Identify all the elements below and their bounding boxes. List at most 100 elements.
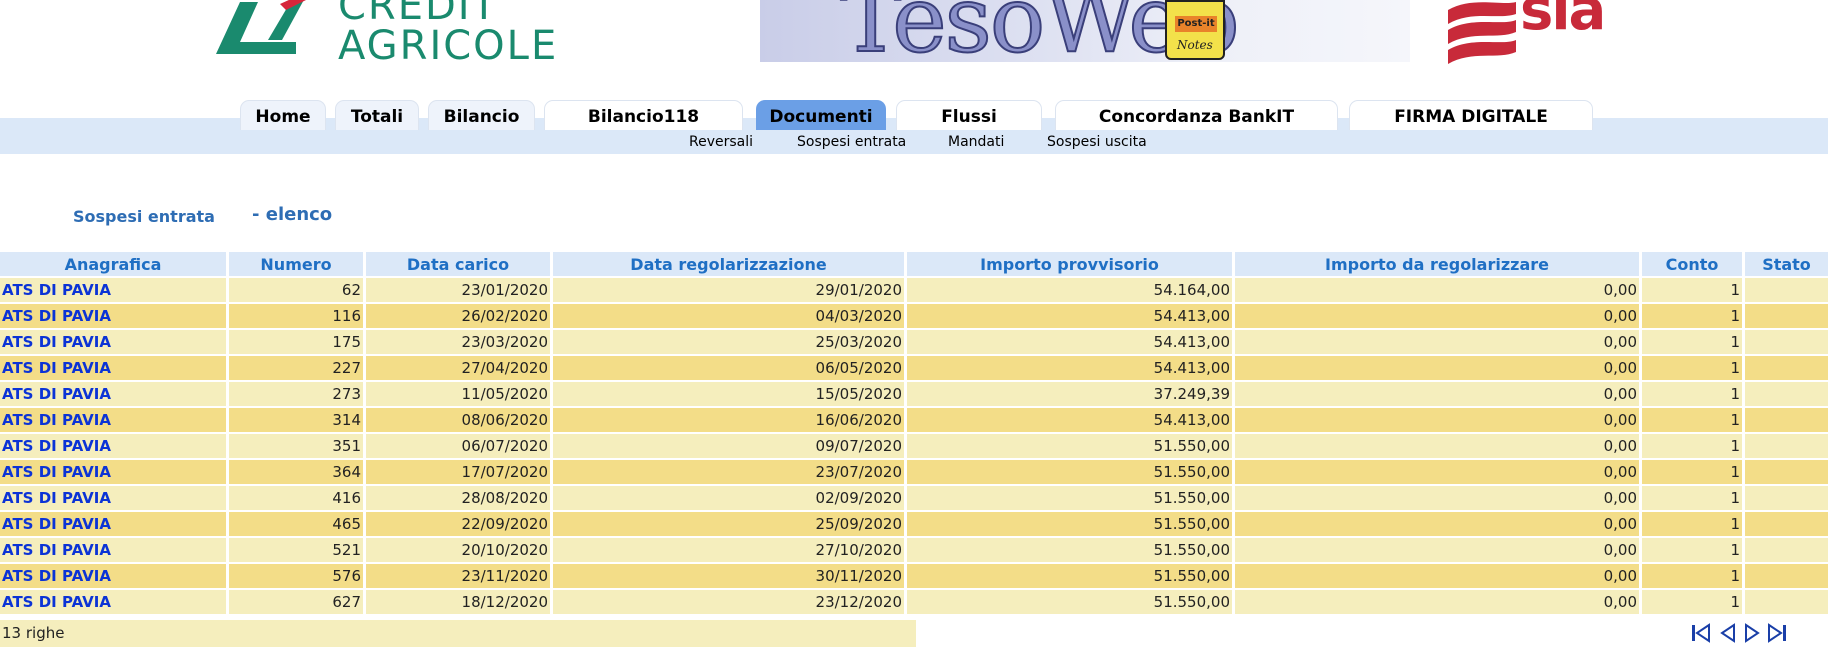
table-row[interactable]: ATS DI PAVIA 273 11/05/2020 15/05/2020 37.24… <box>0 382 1828 408</box>
cell-conto: 1 <box>1642 434 1742 458</box>
cell-data-regolarizzazione: 27/10/2020 <box>553 538 904 562</box>
cell-importo-da-regolarizzare: 0,00 <box>1235 408 1639 432</box>
cell-anagrafica[interactable]: ATS DI PAVIA <box>0 408 226 432</box>
cell-data-carico: 23/11/2020 <box>366 564 550 588</box>
cell-conto: 1 <box>1642 460 1742 484</box>
next-page-icon[interactable] <box>1742 622 1762 644</box>
subnav-mandati[interactable]: Mandati <box>948 134 1004 154</box>
cell-anagrafica[interactable]: ATS DI PAVIA <box>0 486 226 510</box>
cell-anagrafica[interactable]: ATS DI PAVIA <box>0 590 226 614</box>
first-page-icon[interactable] <box>1690 622 1712 644</box>
cell-conto: 1 <box>1642 304 1742 328</box>
table-row[interactable]: ATS DI PAVIA 351 06/07/2020 09/07/2020 51.55… <box>0 434 1828 460</box>
cell-data-regolarizzazione: 25/03/2020 <box>553 330 904 354</box>
column-header-importo-da-regolarizzare[interactable]: Importo da regolarizzare <box>1235 252 1639 276</box>
cell-data-regolarizzazione: 30/11/2020 <box>553 564 904 588</box>
cell-stato <box>1745 486 1828 510</box>
cell-numero: 521 <box>229 538 363 562</box>
subnav-reversali[interactable]: Reversali <box>689 134 753 154</box>
cell-data-regolarizzazione: 23/07/2020 <box>553 460 904 484</box>
prev-page-icon[interactable] <box>1718 622 1738 644</box>
cell-anagrafica[interactable]: ATS DI PAVIA <box>0 382 226 406</box>
table-row[interactable]: ATS DI PAVIA 576 23/11/2020 30/11/2020 51.55… <box>0 564 1828 590</box>
cell-conto: 1 <box>1642 590 1742 614</box>
cell-importo-da-regolarizzare: 0,00 <box>1235 356 1639 380</box>
table-row[interactable]: ATS DI PAVIA 627 18/12/2020 23/12/2020 51.55… <box>0 590 1828 616</box>
cell-conto: 1 <box>1642 356 1742 380</box>
cell-importo-da-regolarizzare: 0,00 <box>1235 330 1639 354</box>
cell-importo-provvisorio: 54.164,00 <box>907 278 1232 302</box>
column-header-data-carico[interactable]: Data carico <box>366 252 550 276</box>
cell-data-regolarizzazione: 09/07/2020 <box>553 434 904 458</box>
tab-bilancio[interactable]: Bilancio <box>428 100 535 130</box>
cell-anagrafica[interactable]: ATS DI PAVIA <box>0 304 226 328</box>
subnav-sospesi-entrata[interactable]: Sospesi entrata <box>797 134 906 154</box>
table-row[interactable]: ATS DI PAVIA 314 08/06/2020 16/06/2020 54.41… <box>0 408 1828 434</box>
tab-bilancio118[interactable]: Bilancio118 <box>544 100 743 130</box>
table-row[interactable]: ATS DI PAVIA 116 26/02/2020 04/03/2020 54.41… <box>0 304 1828 330</box>
cell-anagrafica[interactable]: ATS DI PAVIA <box>0 356 226 380</box>
cell-importo-da-regolarizzare: 0,00 <box>1235 382 1639 406</box>
page-title: Sospesi entrata <box>73 207 215 226</box>
cell-data-carico: 20/10/2020 <box>366 538 550 562</box>
cell-stato <box>1745 304 1828 328</box>
sia-logo: sia <box>1442 0 1622 68</box>
column-header-numero[interactable]: Numero <box>229 252 363 276</box>
cell-conto: 1 <box>1642 486 1742 510</box>
tab-concordanza-bankit[interactable]: Concordanza BankIT <box>1055 100 1338 130</box>
cell-stato <box>1745 590 1828 614</box>
table-row[interactable]: ATS DI PAVIA 465 22/09/2020 25/09/2020 51.55… <box>0 512 1828 538</box>
cell-importo-provvisorio: 54.413,00 <box>907 356 1232 380</box>
cell-anagrafica[interactable]: ATS DI PAVIA <box>0 564 226 588</box>
cell-numero: 364 <box>229 460 363 484</box>
cell-importo-provvisorio: 51.550,00 <box>907 590 1232 614</box>
cell-importo-da-regolarizzare: 0,00 <box>1235 564 1639 588</box>
table-row[interactable]: ATS DI PAVIA 62 23/01/2020 29/01/2020 54.164… <box>0 278 1828 304</box>
cell-importo-provvisorio: 51.550,00 <box>907 512 1232 536</box>
column-header-stato[interactable]: Stato <box>1745 252 1828 276</box>
cell-anagrafica[interactable]: ATS DI PAVIA <box>0 512 226 536</box>
table-row[interactable]: ATS DI PAVIA 175 23/03/2020 25/03/2020 54.41… <box>0 330 1828 356</box>
column-header-importo-provvisorio[interactable]: Importo provvisorio <box>907 252 1232 276</box>
column-header-anagrafica[interactable]: Anagrafica <box>0 252 226 276</box>
table-row[interactable]: ATS DI PAVIA 521 20/10/2020 27/10/2020 51.55… <box>0 538 1828 564</box>
table-row[interactable]: ATS DI PAVIA 416 28/08/2020 02/09/2020 51.55… <box>0 486 1828 512</box>
cell-conto: 1 <box>1642 512 1742 536</box>
subnav-sospesi-uscita[interactable]: Sospesi uscita <box>1047 134 1147 154</box>
table-row[interactable]: ATS DI PAVIA 227 27/04/2020 06/05/2020 54.41… <box>0 356 1828 382</box>
cell-numero: 314 <box>229 408 363 432</box>
last-page-icon[interactable] <box>1766 622 1788 644</box>
cell-importo-provvisorio: 51.550,00 <box>907 486 1232 510</box>
cell-anagrafica[interactable]: ATS DI PAVIA <box>0 330 226 354</box>
cell-stato <box>1745 408 1828 432</box>
cell-anagrafica[interactable]: ATS DI PAVIA <box>0 460 226 484</box>
cell-anagrafica[interactable]: ATS DI PAVIA <box>0 434 226 458</box>
table-row[interactable]: ATS DI PAVIA 364 17/07/2020 23/07/2020 51.55… <box>0 460 1828 486</box>
cell-stato <box>1745 512 1828 536</box>
postit-brand-label: Post-it <box>1175 16 1217 32</box>
column-header-data-regolarizzazione[interactable]: Data regolarizzazione <box>553 252 904 276</box>
column-header-conto[interactable]: Conto <box>1642 252 1742 276</box>
tab-flussi[interactable]: Flussi <box>896 100 1042 130</box>
tab-totali[interactable]: Totali <box>335 100 419 130</box>
cell-importo-provvisorio: 54.413,00 <box>907 304 1232 328</box>
cell-stato <box>1745 460 1828 484</box>
sia-wordmark: sia <box>1520 0 1606 43</box>
cell-anagrafica[interactable]: ATS DI PAVIA <box>0 278 226 302</box>
tab-home[interactable]: Home <box>240 100 326 130</box>
cell-numero: 273 <box>229 382 363 406</box>
cell-data-regolarizzazione: 23/12/2020 <box>553 590 904 614</box>
cell-numero: 627 <box>229 590 363 614</box>
tab-firma-digitale[interactable]: FIRMA DIGITALE <box>1349 100 1593 130</box>
cell-data-carico: 23/03/2020 <box>366 330 550 354</box>
cell-importo-provvisorio: 54.413,00 <box>907 408 1232 432</box>
cell-stato <box>1745 538 1828 562</box>
tab-documenti[interactable]: Documenti <box>756 100 886 130</box>
page-subtitle: - elenco <box>252 204 333 225</box>
cell-stato <box>1745 278 1828 302</box>
cell-importo-provvisorio: 51.550,00 <box>907 434 1232 458</box>
cell-data-carico: 11/05/2020 <box>366 382 550 406</box>
cell-anagrafica[interactable]: ATS DI PAVIA <box>0 538 226 562</box>
cell-importo-da-regolarizzare: 0,00 <box>1235 486 1639 510</box>
cell-conto: 1 <box>1642 382 1742 406</box>
